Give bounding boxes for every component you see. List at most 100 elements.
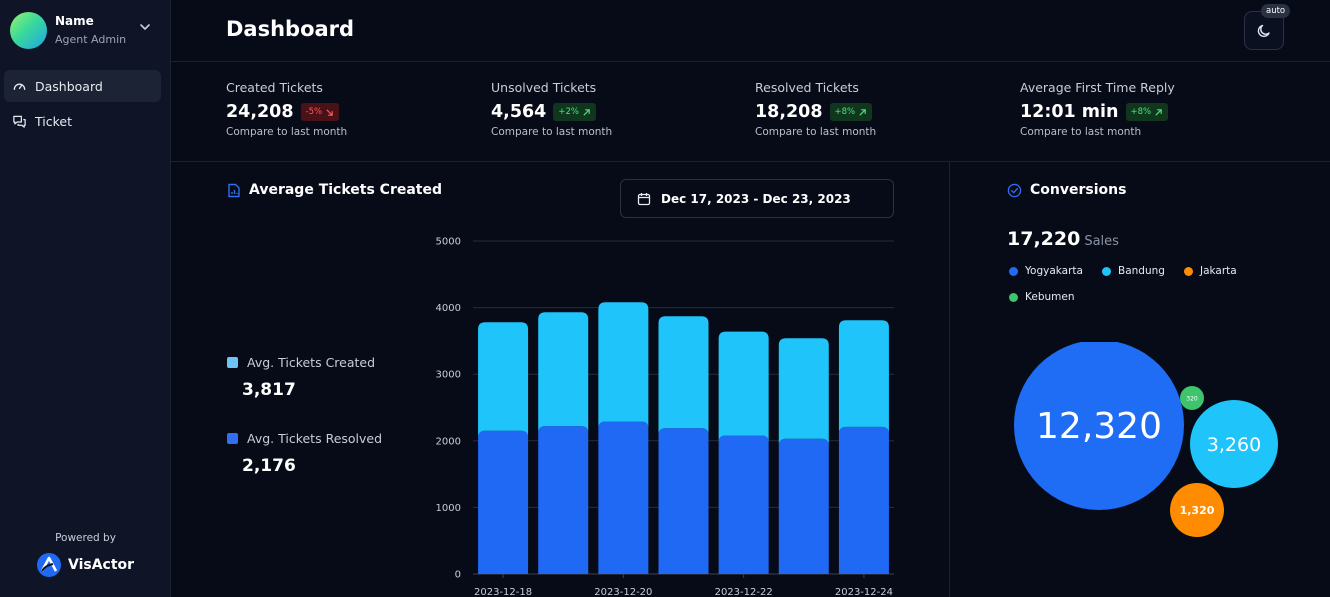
- conversions-total-unit: Sales: [1084, 234, 1119, 249]
- top-header: Dashboard auto: [171, 0, 1330, 62]
- legend-label: Jakarta: [1200, 265, 1237, 277]
- bar-tickets-resolved[interactable]: [598, 421, 649, 574]
- stat-compare: Compare to last month: [226, 126, 348, 138]
- stat-value: 12:01 min: [1020, 102, 1119, 122]
- legend-label: Avg. Tickets Created: [247, 355, 376, 370]
- bar-tickets-created[interactable]: [658, 316, 709, 436]
- conversions-panel: Conversions 17,220 Sales Yogyakarta Band…: [951, 162, 1330, 597]
- bubble-label-kebumen: 320: [1186, 396, 1198, 403]
- sidebar-item-ticket[interactable]: Ticket: [4, 105, 161, 137]
- panel-title-text: Average Tickets Created: [249, 182, 443, 198]
- bar-tickets-resolved[interactable]: [778, 438, 829, 574]
- stat-compare: Compare to last month: [755, 126, 877, 138]
- bar-tickets-created[interactable]: [598, 302, 649, 429]
- arrow-down-right-icon: [326, 108, 333, 116]
- moon-icon: [1257, 24, 1270, 37]
- calendar-icon: [637, 192, 651, 205]
- panel-title-text: Conversions: [1030, 182, 1127, 198]
- chevron-down-icon[interactable]: [138, 20, 152, 34]
- bar-tickets-created[interactable]: [478, 322, 529, 438]
- date-range-text: Dec 17, 2023 - Dec 23, 2023: [661, 191, 851, 206]
- stats-row: Created Tickets 24,208 -5% Compare to la…: [171, 62, 1330, 162]
- bubble-label-yogyakarta: 12,320: [1036, 406, 1162, 447]
- stat-compare: Compare to last month: [491, 126, 613, 138]
- visactor-logo[interactable]: VisActor: [36, 552, 134, 578]
- stat-label: Average First Time Reply: [1020, 80, 1175, 95]
- tickets-panel: Average Tickets Created Dec 17, 2023 - D…: [171, 162, 950, 597]
- tickets-bar-chart: 0 1000 2000 3000 4000 5000 2023-12-18 2023-12-2…: [436, 237, 894, 597]
- stat-unsolved-tickets: Unsolved Tickets 4,564 +2% Compare to la…: [491, 80, 612, 138]
- check-circle-icon: [1007, 183, 1022, 197]
- bar-tickets-resolved[interactable]: [538, 426, 589, 574]
- x-tick-label: 2023-12-18: [474, 587, 532, 597]
- x-tick-label: 2023-12-22: [715, 587, 773, 597]
- user-menu[interactable]: Name Agent Admin: [10, 12, 160, 50]
- legend-label: Kebumen: [1025, 291, 1075, 303]
- bar-tickets-created[interactable]: [538, 312, 589, 434]
- app: Name Agent Admin Dashboard Ticket Powere…: [0, 0, 1330, 597]
- legend-label: Avg. Tickets Resolved: [247, 431, 383, 446]
- stat-label: Resolved Tickets: [755, 80, 859, 95]
- conversions-panel-title: Conversions: [1007, 182, 1126, 198]
- legend-yogyakarta[interactable]: Yogyakarta: [1009, 265, 1083, 277]
- bar-tickets-created[interactable]: [778, 338, 829, 446]
- y-tick-label: 5000: [436, 237, 461, 248]
- legend-jakarta[interactable]: Jakarta: [1184, 265, 1237, 277]
- change-value: +8%: [1130, 107, 1152, 117]
- legend-swatch: [227, 357, 238, 368]
- stat-value: 4,564: [491, 102, 547, 122]
- change-badge: -5%: [300, 103, 340, 121]
- legend-bandung[interactable]: Bandung: [1102, 265, 1165, 277]
- legend-label: Yogyakarta: [1025, 265, 1083, 277]
- legend-label: Bandung: [1118, 265, 1165, 277]
- legend-swatch: [227, 433, 238, 444]
- stat-compare: Compare to last month: [1020, 126, 1142, 138]
- stat-label: Unsolved Tickets: [491, 80, 597, 95]
- change-value: -5%: [305, 107, 323, 117]
- stat-value: 18,208: [755, 102, 823, 122]
- sidebar: Name Agent Admin Dashboard Ticket Powere…: [0, 0, 171, 597]
- legend-tickets-created: Avg. Tickets Created 3,817: [227, 355, 375, 400]
- conversions-total: 17,220 Sales: [1007, 228, 1119, 250]
- theme-auto-badge: auto: [1261, 4, 1291, 18]
- legend-kebumen[interactable]: Kebumen: [1009, 291, 1075, 303]
- change-badge: +2%: [553, 103, 596, 121]
- stat-average-first-reply: Average First Time Reply 12:01 min +8% C…: [1020, 80, 1175, 138]
- sidebar-item-label: Dashboard: [35, 78, 103, 94]
- change-badge: +8%: [829, 103, 873, 121]
- bar-tickets-resolved[interactable]: [658, 428, 709, 574]
- avatar: [10, 12, 47, 49]
- sidebar-item-label: Ticket: [35, 113, 72, 129]
- page-title: Dashboard: [226, 17, 355, 41]
- bar-tickets-resolved[interactable]: [478, 430, 529, 574]
- y-tick-label: 0: [455, 570, 461, 581]
- bubble-label-bandung: 3,260: [1207, 434, 1261, 456]
- legend-dot: [1102, 266, 1111, 276]
- conversions-bubble-chart: 12,320 3,260 1,320 320: [1014, 342, 1278, 537]
- legend-value: 2,176: [242, 456, 296, 476]
- x-tick-label: 2023-12-20: [594, 587, 652, 597]
- tickets-panel-title: Average Tickets Created: [227, 182, 442, 198]
- y-tick-label: 4000: [436, 303, 461, 314]
- user-role: Agent Admin: [55, 33, 127, 46]
- bar-tickets-resolved[interactable]: [718, 435, 769, 574]
- arrow-up-right-icon: [1155, 108, 1162, 116]
- change-value: +8%: [834, 107, 856, 117]
- brand-name: VisActor: [68, 557, 135, 573]
- bar-tickets-created[interactable]: [838, 320, 889, 434]
- y-tick-label: 1000: [436, 503, 461, 514]
- chat-icon: [13, 115, 26, 128]
- bar-tickets-resolved[interactable]: [838, 426, 889, 574]
- visactor-icon: [37, 553, 61, 577]
- user-name: Name: [55, 14, 94, 28]
- sidebar-item-dashboard[interactable]: Dashboard: [4, 70, 161, 102]
- date-range-picker[interactable]: Dec 17, 2023 - Dec 23, 2023: [620, 179, 894, 218]
- x-tick-label: 2023-12-24: [835, 587, 893, 597]
- bar-tickets-created[interactable]: [718, 331, 769, 443]
- conversions-total-value: 17,220: [1007, 228, 1081, 250]
- legend-dot: [1184, 266, 1193, 276]
- gauge-icon: [13, 83, 26, 90]
- y-tick-label: 3000: [436, 370, 461, 381]
- stat-label: Created Tickets: [226, 80, 323, 95]
- arrow-up-right-icon: [859, 108, 866, 116]
